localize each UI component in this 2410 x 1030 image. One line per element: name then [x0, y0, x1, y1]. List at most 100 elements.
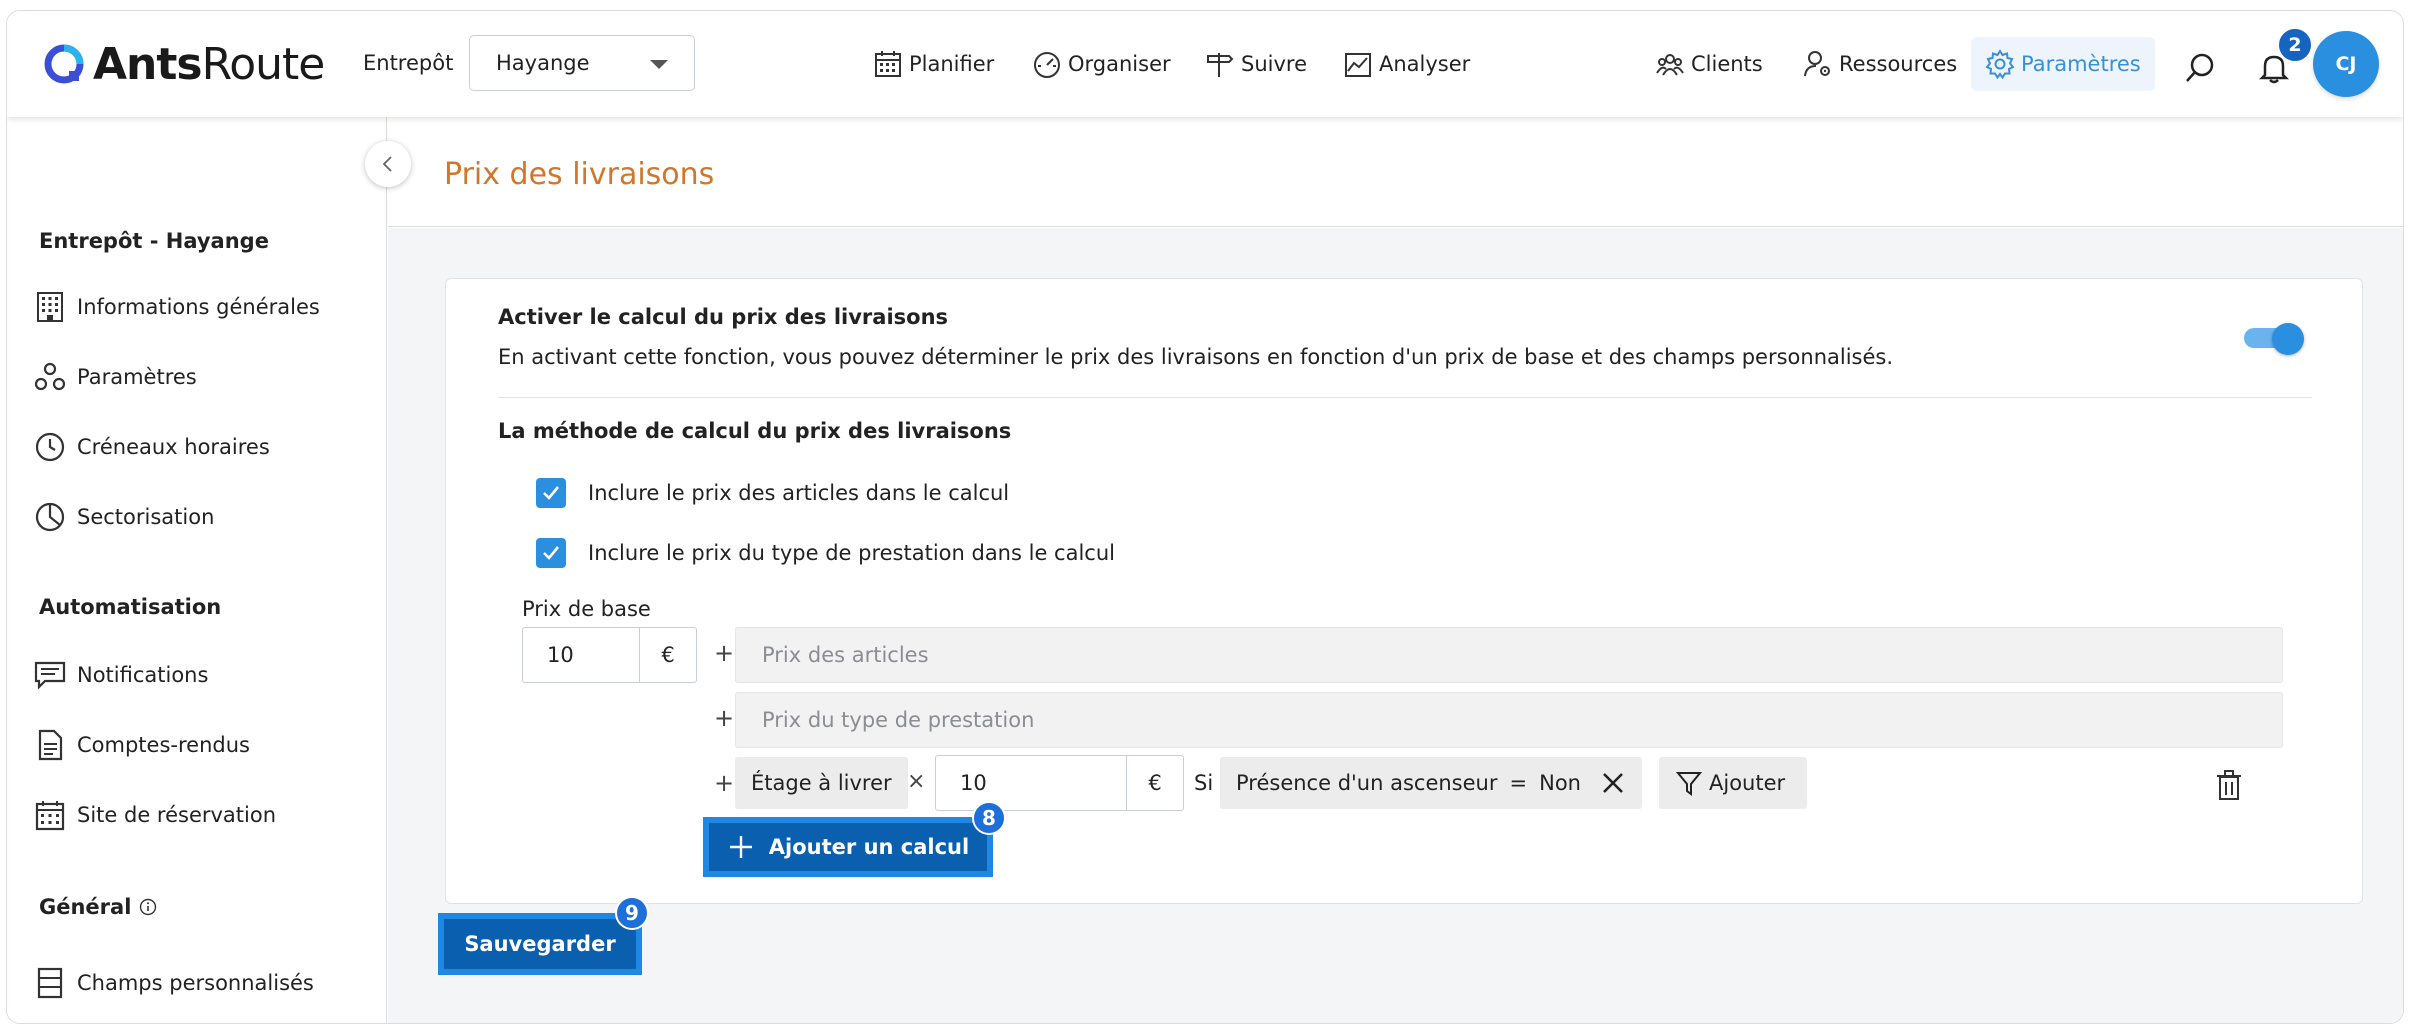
add-calculation-label: Ajouter un calcul: [768, 835, 970, 859]
clock-icon: [35, 432, 65, 462]
chevron-left-icon: [382, 156, 392, 172]
step-badge-9: 9: [615, 896, 649, 930]
nav-organiser-label: Organiser: [1068, 52, 1171, 76]
base-price-currency: €: [639, 627, 697, 683]
multiplier-input[interactable]: 10: [935, 755, 1127, 811]
condition-chip[interactable]: Présence d'un ascenseur = Non: [1220, 757, 1642, 809]
checkmark-icon: [543, 486, 560, 500]
user-settings-icon: [1804, 51, 1830, 77]
nav-clients-label: Clients: [1691, 52, 1763, 76]
sidebar-item-label: Informations générales: [77, 295, 320, 319]
settings-sidebar: Entrepôt - Hayange Informations générale…: [7, 117, 387, 1023]
table-rows-icon: [37, 967, 63, 999]
speedometer-icon: [1034, 52, 1060, 78]
search-icon[interactable]: [2183, 51, 2217, 85]
checkbox-articles-label: Inclure le prix des articles dans le cal…: [588, 481, 1010, 505]
checkbox-prestation[interactable]: [536, 538, 566, 568]
condition-operator: =: [1509, 771, 1528, 795]
checkbox-articles[interactable]: [536, 478, 566, 508]
warehouse-select-value: Hayange: [496, 51, 590, 75]
chart-icon: [1345, 53, 1371, 77]
add-calculation-button[interactable]: Ajouter un calcul: [703, 817, 993, 877]
document-icon: [38, 729, 63, 761]
sidebar-section-general: Général: [39, 895, 157, 919]
sidebar-item-label: Notifications: [77, 663, 209, 687]
warehouse-label: Entrepôt: [363, 51, 454, 75]
nav-parametres-label: Paramètres: [2021, 52, 2141, 76]
sidebar-item-sectorisation[interactable]: Sectorisation: [33, 497, 214, 537]
antsroute-logo[interactable]: AntsRoute: [43, 38, 325, 90]
nav-clients[interactable]: Clients: [1655, 45, 1763, 83]
nav-organiser[interactable]: Organiser: [1032, 45, 1171, 83]
nav-analyser[interactable]: Analyser: [1343, 45, 1470, 83]
checkbox-prestation-label: Inclure le prix du type de prestation da…: [588, 541, 1115, 565]
gears-icon: [34, 362, 66, 391]
prestation-price-field[interactable]: Prix du type de prestation: [735, 692, 2283, 748]
sidebar-item-champs-personnalises[interactable]: Champs personnalisés: [33, 963, 314, 1003]
add-filter-button[interactable]: Ajouter: [1659, 757, 1807, 809]
sidebar-item-informations-generales[interactable]: Informations générales: [33, 287, 320, 327]
save-button[interactable]: Sauvegarder: [438, 913, 642, 975]
user-avatar[interactable]: CJ: [2313, 31, 2379, 97]
chevron-down-icon: [650, 60, 668, 69]
app-window: AntsRoute Entrepôt Hayange Planifier Org…: [6, 10, 2404, 1024]
method-title: La méthode de calcul du prix des livrais…: [498, 419, 1012, 443]
sidebar-item-label: Champs personnalisés: [77, 971, 314, 995]
base-price-label: Prix de base: [522, 597, 651, 621]
antsroute-logo-icon: [44, 44, 84, 84]
pie-chart-icon: [35, 502, 65, 532]
nav-planifier[interactable]: Planifier: [873, 45, 994, 83]
close-icon[interactable]: [1600, 770, 1626, 796]
sidebar-item-label: Paramètres: [77, 365, 197, 389]
step-badge-8: 8: [972, 801, 1006, 835]
sidebar-item-parametres[interactable]: Paramètres: [33, 357, 197, 397]
checkbox-row-prestation[interactable]: Inclure le prix du type de prestation da…: [536, 535, 1115, 571]
page-header: Prix des livraisons: [388, 117, 2403, 227]
sidebar-item-notifications[interactable]: Notifications: [33, 655, 208, 695]
sidebar-item-site-de-reservation[interactable]: Site de réservation: [33, 795, 276, 835]
warehouse-select[interactable]: Hayange: [469, 35, 695, 91]
nav-suivre[interactable]: Suivre: [1205, 45, 1307, 83]
nav-ressources[interactable]: Ressources: [1803, 45, 1957, 83]
checkmark-icon: [543, 546, 560, 560]
activation-description: En activant cette fonction, vous pouvez …: [498, 345, 1894, 369]
sidebar-item-comptes-rendus[interactable]: Comptes-rendus: [33, 725, 250, 765]
condition-field: Présence d'un ascenseur: [1236, 771, 1498, 795]
delivery-price-card: Activer le calcul du prix des livraisons…: [445, 278, 2363, 904]
calendar-icon: [875, 51, 901, 77]
info-icon[interactable]: [139, 898, 157, 916]
message-icon: [34, 661, 66, 690]
sidebar-item-label: Site de réservation: [77, 803, 277, 827]
checkbox-row-articles[interactable]: Inclure le prix des articles dans le cal…: [536, 475, 1009, 511]
sidebar-section-warehouse: Entrepôt - Hayange: [39, 229, 269, 253]
nav-suivre-label: Suivre: [1241, 52, 1307, 76]
custom-field-chip[interactable]: Étage à livrer: [735, 757, 908, 809]
filter-icon: [1675, 772, 1703, 796]
nav-analyser-label: Analyser: [1379, 52, 1471, 76]
sidebar-item-label: Sectorisation: [77, 505, 215, 529]
collapse-sidebar-button[interactable]: [365, 141, 411, 187]
activation-toggle[interactable]: [2244, 323, 2304, 355]
divider: [498, 397, 2312, 398]
nav-parametres[interactable]: Paramètres: [1971, 37, 2155, 91]
condition-value: Non: [1539, 771, 1581, 795]
activation-title: Activer le calcul du prix des livraisons: [498, 305, 949, 329]
logo-text-bold: Ants: [93, 38, 203, 90]
nav-ressources-label: Ressources: [1839, 52, 1958, 76]
plus-sign: +: [714, 704, 735, 732]
signpost-icon: [1207, 53, 1234, 77]
base-price-input[interactable]: 10: [522, 627, 640, 683]
notification-count-badge: 2: [2277, 27, 2313, 63]
plus-sign: +: [714, 639, 735, 667]
trash-icon[interactable]: [2214, 769, 2244, 801]
building-icon: [37, 292, 63, 322]
multiplier-currency: €: [1126, 755, 1184, 811]
multiply-sign: ×: [907, 769, 926, 794]
sidebar-item-label: Créneaux horaires: [77, 435, 270, 459]
articles-price-field[interactable]: Prix des articles: [735, 627, 2283, 683]
page-title: Prix des livraisons: [444, 157, 715, 192]
users-icon: [1656, 54, 1684, 76]
sidebar-section-general-label: Général: [39, 895, 132, 919]
toggle-knob: [2272, 323, 2304, 355]
sidebar-item-creneaux-horaires[interactable]: Créneaux horaires: [33, 427, 270, 467]
